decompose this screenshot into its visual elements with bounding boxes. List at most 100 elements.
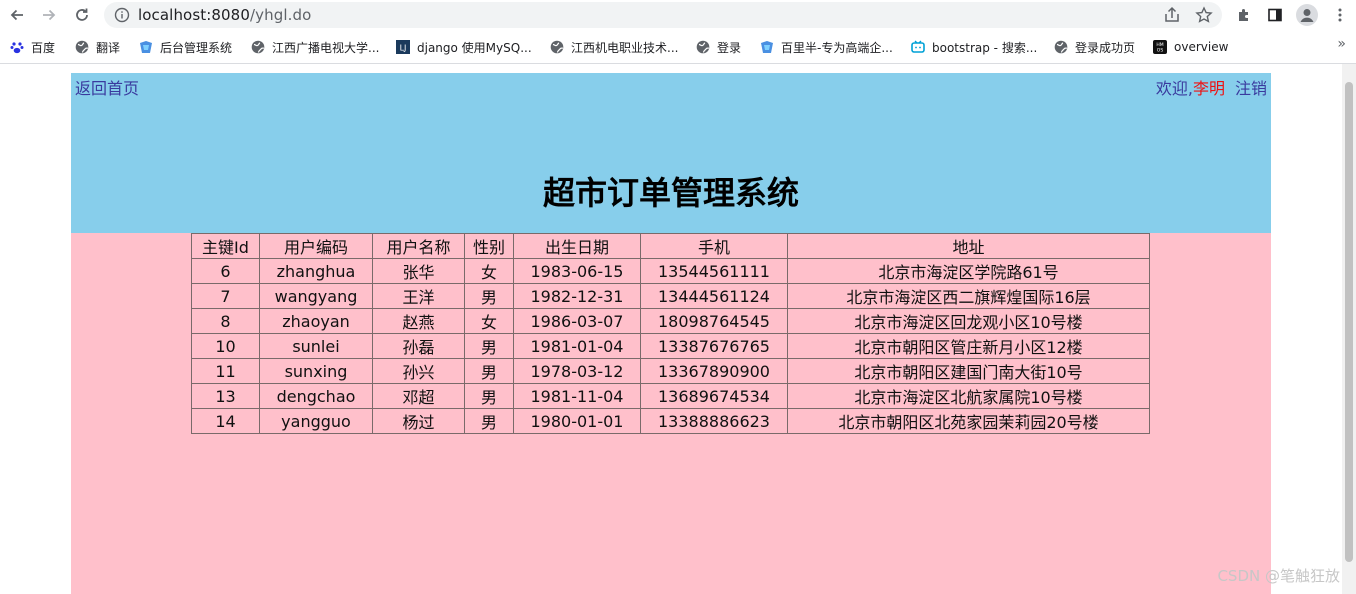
- page-title: 超市订单管理系统: [542, 174, 799, 212]
- table-cell: 王洋: [372, 283, 465, 309]
- table-cell: 男: [464, 383, 514, 409]
- bookmark-item[interactable]: 登录成功页: [1054, 38, 1135, 56]
- table-cell: 北京市朝阳区建国门南大街10号: [787, 358, 1150, 384]
- address-bar[interactable]: localhost:8080/yhgl.do: [104, 2, 1222, 28]
- table-cell: 孙兴: [372, 358, 465, 384]
- table-cell: 邓超: [372, 383, 465, 409]
- table-cell: 8: [191, 308, 260, 334]
- bookmark-item[interactable]: 江西广播电视大学...: [251, 38, 379, 56]
- page-header: 返回首页 欢迎,李明 注销 超市订单管理系统: [71, 73, 1271, 233]
- table-cell: 张华: [372, 258, 465, 284]
- watermark-text: CSDN @笔触狂放: [1217, 567, 1340, 585]
- browser-toolbar: localhost:8080/yhgl.do: [0, 0, 1356, 30]
- table-row: 7 wangyang 王洋男 1982-12-31 13444561124 北京市海淀区西…: [191, 283, 1150, 309]
- back-button[interactable]: [5, 3, 29, 27]
- side-panel-button[interactable]: [1264, 4, 1286, 26]
- column-header: 出生日期: [513, 233, 641, 259]
- table-cell: 7: [191, 283, 260, 309]
- globe-icon: [696, 40, 710, 54]
- arrow-right-icon: [43, 9, 56, 21]
- bookmark-label: overview: [1174, 40, 1229, 54]
- table-cell: 1978-03-12: [513, 358, 641, 384]
- table-cell: 北京市朝阳区北苑家园茉莉园20号楼: [787, 408, 1150, 434]
- baidu-paw-icon: [10, 40, 24, 54]
- tv-icon: [911, 40, 925, 54]
- table-row: 11 sunxing 孙兴男 1978-03-12 13367890900 北京市朝阳区建…: [191, 358, 1150, 384]
- table-row: 6 zhanghua 张华女 1983-06-15 13544561111 北京市海淀区学…: [191, 258, 1150, 284]
- column-header: 用户编码: [259, 233, 373, 259]
- bookmark-item[interactable]: LJ django 使用MySQ...: [396, 38, 532, 56]
- avatar-icon: [1296, 4, 1318, 26]
- url-host: localhost:8080: [138, 6, 250, 24]
- profile-button[interactable]: [1296, 4, 1318, 26]
- bookmark-label: 百里半-专为高端企...: [781, 40, 893, 55]
- reload-icon: [76, 8, 88, 21]
- globe-icon: [251, 40, 265, 54]
- bookmark-item[interactable]: 百度: [10, 38, 55, 56]
- column-header: 地址: [787, 233, 1150, 259]
- share-icon[interactable]: [1163, 6, 1181, 24]
- star-icon[interactable]: [1195, 6, 1213, 24]
- column-header: 用户名称: [372, 233, 465, 259]
- table-cell: 13689674534: [640, 383, 788, 409]
- url-path: /yhgl.do: [249, 6, 312, 24]
- bookmarks-overflow-button[interactable]: »: [1337, 36, 1346, 52]
- home-link[interactable]: 返回首页: [75, 75, 139, 99]
- bookmark-label: 江西广播电视大学...: [272, 40, 380, 55]
- bookmark-app-icon: [139, 40, 153, 54]
- side-panel-icon: [1268, 8, 1282, 22]
- table-cell: yangguo: [259, 408, 373, 434]
- table-cell: 女: [464, 308, 514, 334]
- scrollbar-thumb[interactable]: [1345, 82, 1353, 562]
- reload-button[interactable]: [70, 3, 94, 27]
- menu-button[interactable]: [1329, 4, 1351, 26]
- bookmark-label: 登录: [717, 40, 742, 55]
- bookmark-app-icon: [760, 40, 774, 54]
- table-cell: 13388886623: [640, 408, 788, 434]
- table-cell: zhanghua: [259, 258, 373, 284]
- page-scrollbar[interactable]: [1342, 64, 1356, 594]
- globe-icon: [1054, 40, 1068, 54]
- table-cell: sunlei: [259, 333, 373, 359]
- table-cell: 1983-06-15: [513, 258, 641, 284]
- content-area: 主键Id 用户编码 用户名称 性别 出生日期 手机 地址 6 zhanghua 张华…: [71, 233, 1271, 594]
- table-cell: zhaoyan: [259, 308, 373, 334]
- bookmark-item[interactable]: bootstrap - 搜索...: [911, 38, 1037, 56]
- page-viewport: 返回首页 欢迎,李明 注销 超市订单管理系统 主键Id 用户编码 用户名称 性别 …: [0, 64, 1356, 594]
- table-cell: 1986-03-07: [513, 308, 641, 334]
- bookmark-item[interactable]: 江西机电职业技术...: [550, 38, 678, 56]
- table-cell: 13387676765: [640, 333, 788, 359]
- svg-text:OS: OS: [1157, 48, 1164, 54]
- table-cell: 1982-12-31: [513, 283, 641, 309]
- table-cell: sunxing: [259, 358, 373, 384]
- lj-icon: LJ: [396, 40, 410, 54]
- table-cell: 11: [191, 358, 260, 384]
- table-cell: 13444561124: [640, 283, 788, 309]
- arrow-left-icon: [10, 9, 23, 21]
- bookmark-item[interactable]: 后台管理系统: [139, 38, 232, 56]
- bookmark-label: 百度: [31, 40, 56, 55]
- username: 李明: [1192, 79, 1225, 98]
- info-icon[interactable]: [114, 7, 130, 23]
- forward-button[interactable]: [37, 3, 61, 27]
- bookmark-item[interactable]: 翻译: [75, 38, 120, 56]
- table-cell: 男: [464, 358, 514, 384]
- welcome-prefix: 欢迎,: [1155, 79, 1193, 98]
- table-cell: 赵燕: [372, 308, 465, 334]
- bookmark-label: 江西机电职业技术...: [571, 40, 679, 55]
- table-cell: 北京市海淀区北航家属院10号楼: [787, 383, 1150, 409]
- table-cell: 男: [464, 408, 514, 434]
- bookmark-item[interactable]: HM OS overview: [1153, 38, 1228, 56]
- puzzle-icon: [1239, 9, 1248, 21]
- bookmark-item[interactable]: 百里半-专为高端企...: [760, 38, 893, 56]
- table-row: 14 yangguo 杨过男 1980-01-01 13388886623 北京市朝阳区北…: [191, 408, 1150, 434]
- extensions-button[interactable]: [1233, 4, 1255, 26]
- column-header: 主键Id: [191, 233, 260, 259]
- table-row: 10 sunlei 孙磊男 1981-01-04 13387676765 北京市朝阳区管庄…: [191, 333, 1150, 359]
- bookmark-item[interactable]: 登录: [696, 38, 741, 56]
- url-text[interactable]: localhost:8080/yhgl.do: [138, 6, 311, 24]
- logout-link[interactable]: 注销: [1235, 79, 1267, 98]
- table-cell: 6: [191, 258, 260, 284]
- table-cell: 孙磊: [372, 333, 465, 359]
- svg-text:HM: HM: [1156, 42, 1163, 48]
